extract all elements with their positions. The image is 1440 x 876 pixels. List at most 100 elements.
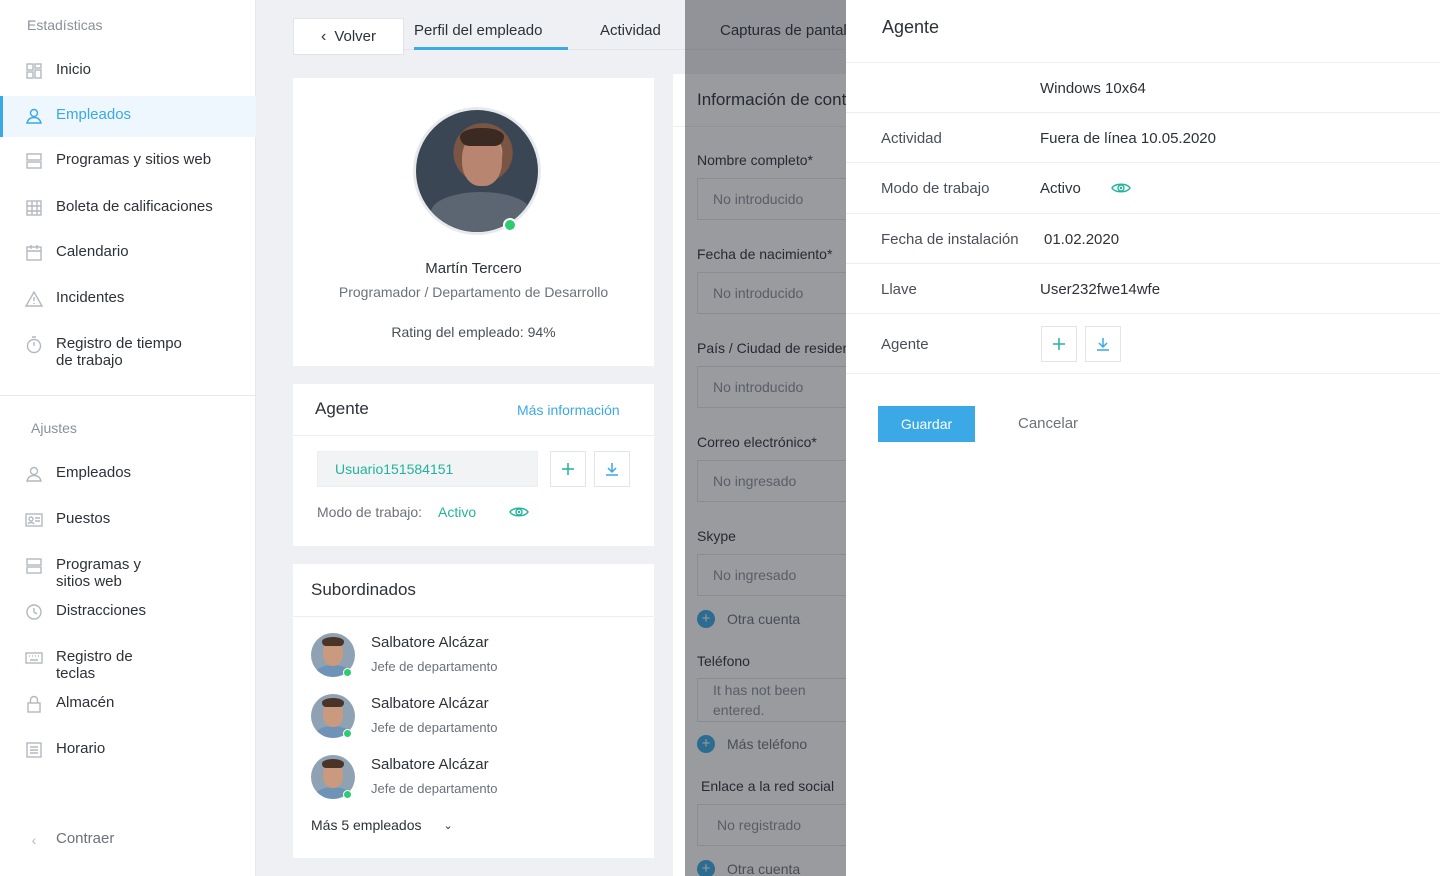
- subordinate-name[interactable]: Salbatore Alcázar: [371, 695, 489, 712]
- work-mode-label: Modo de trabajo:: [317, 504, 423, 520]
- cancel-button[interactable]: Cancelar: [1018, 415, 1078, 432]
- download-agent-button[interactable]: [1085, 326, 1121, 362]
- chevron-left-icon: ‹: [31, 832, 37, 848]
- sidebar-item-teclas[interactable]: Registro de teclas: [0, 648, 256, 682]
- sidebar-item-label: Calendario: [56, 243, 129, 260]
- sidebar-item-label: Programas y sitios web: [56, 556, 141, 590]
- work-mode-label: Modo de trabajo: [881, 180, 990, 197]
- agent-username-field[interactable]: Usuario151584151: [317, 451, 538, 487]
- sidebar-item-empleados[interactable]: Empleados: [0, 96, 256, 137]
- server-icon: [24, 556, 44, 576]
- collapse-button[interactable]: ‹ Contraer: [0, 830, 256, 850]
- key-label: Llave: [881, 281, 917, 298]
- add-agent-button[interactable]: [1041, 326, 1077, 362]
- panel-title: Agente: [882, 17, 940, 37]
- stats-section-title: Estadísticas: [27, 17, 103, 33]
- download-icon: [606, 463, 618, 476]
- agent-card-title: Agente: [315, 399, 369, 418]
- sidebar-item-ajustes-empleados[interactable]: Empleados: [0, 464, 256, 484]
- sidebar-item-label: Incidentes: [56, 289, 125, 306]
- sidebar-item-label: Registro de tiempo de trabajo: [56, 335, 182, 369]
- sidebar-item-ajustes-programas[interactable]: Programas y sitios web: [0, 556, 256, 590]
- key-value: User232fwe14wfe: [1040, 281, 1161, 298]
- tab-perfil[interactable]: Perfil del empleado: [414, 22, 568, 50]
- user-icon: [24, 464, 44, 484]
- sidebar: Estadísticas Inicio Empleados Programas …: [0, 0, 256, 876]
- label-line-2: de trabajo: [56, 352, 123, 369]
- settings-section-title: Ajustes: [31, 420, 77, 436]
- sidebar-item-distracciones[interactable]: Distracciones: [0, 602, 256, 622]
- subordinate-name[interactable]: Salbatore Alcázar: [371, 756, 489, 773]
- panel-divider: [846, 62, 1440, 63]
- list-icon: [24, 740, 44, 760]
- sidebar-item-label: Boleta de calificaciones: [56, 198, 213, 215]
- sidebar-item-label: Distracciones: [56, 602, 147, 619]
- subordinate-role: Jefe de departamento: [371, 720, 498, 735]
- employee-rating: Rating del empleado: 94%: [391, 324, 556, 340]
- keyboard-icon: [24, 648, 44, 668]
- work-mode-value: Activo: [1040, 180, 1081, 197]
- online-status-dot: [343, 729, 352, 738]
- panel-divider: [846, 313, 1440, 314]
- back-button[interactable]: ‹ Volver: [293, 18, 404, 55]
- timer-icon: [24, 602, 44, 622]
- user-icon: [24, 106, 44, 126]
- download-icon: [1097, 338, 1109, 351]
- avatar: [413, 107, 541, 235]
- calendar-icon: [24, 243, 44, 263]
- sidebar-item-programas[interactable]: Programas y sitios web: [0, 151, 256, 171]
- agent-card-divider: [293, 435, 654, 436]
- sidebar-item-horario[interactable]: Horario: [0, 740, 256, 760]
- employee-role: Programador / Departamento de Desarrollo: [338, 284, 609, 300]
- chevron-left-icon: ‹: [320, 27, 327, 45]
- sidebar-item-registro-tiempo[interactable]: Registro de tiempo de trabajo: [0, 335, 256, 369]
- label-line-1: Registro de tiempo: [56, 335, 182, 352]
- subordinate-name[interactable]: Salbatore Alcázar: [371, 634, 489, 651]
- online-status-dot: [503, 218, 517, 232]
- sidebar-item-label: Horario: [56, 740, 106, 757]
- save-button[interactable]: Guardar: [878, 406, 975, 442]
- panel-divider: [846, 162, 1440, 163]
- sidebar-divider: [0, 395, 256, 396]
- online-status-dot: [343, 790, 352, 799]
- more-employees-label: Más 5 empleados: [311, 817, 422, 833]
- install-date-label: Fecha de instalación: [881, 231, 1019, 248]
- sidebar-item-label: Almacén: [56, 694, 115, 711]
- lock-icon: [24, 694, 44, 714]
- online-status-dot: [343, 668, 352, 677]
- sidebar-item-label: Empleados: [56, 464, 132, 481]
- sidebar-item-label: Puestos: [56, 510, 111, 527]
- server-icon: [24, 151, 44, 171]
- eye-icon[interactable]: [1111, 179, 1131, 197]
- sidebar-item-incidentes[interactable]: Incidentes: [0, 289, 256, 309]
- modal-backdrop[interactable]: [685, 0, 846, 876]
- sidebar-item-inicio[interactable]: Inicio: [0, 61, 256, 81]
- more-employees-toggle[interactable]: Más 5 empleados ⌄: [311, 817, 453, 833]
- panel-divider: [846, 213, 1440, 214]
- sidebar-item-calendario[interactable]: Calendario: [0, 243, 256, 263]
- panel-divider: [846, 112, 1440, 113]
- sidebar-item-boleta[interactable]: Boleta de calificaciones: [0, 198, 256, 218]
- label-line-2: teclas: [56, 665, 96, 682]
- agent-label: Agente: [881, 336, 929, 353]
- subordinates-divider: [293, 616, 654, 617]
- grid-icon: [24, 198, 44, 218]
- os-value: Windows 10x64: [1040, 80, 1146, 97]
- add-agent-button[interactable]: [550, 451, 586, 487]
- subordinate-role: Jefe de departamento: [371, 781, 498, 796]
- more-info-link[interactable]: Más información: [517, 402, 620, 418]
- panel-divider: [846, 263, 1440, 264]
- sidebar-item-almacen[interactable]: Almacén: [0, 694, 256, 714]
- activity-value: Fuera de línea 10.05.2020: [1040, 130, 1216, 147]
- install-date-value: 01.02.2020: [1044, 231, 1120, 248]
- label-line-1: Programas y: [56, 556, 142, 573]
- subordinates-title: Subordinados: [311, 580, 416, 599]
- employee-name: Martín Tercero: [425, 260, 522, 277]
- subordinate-role: Jefe de departamento: [371, 659, 498, 674]
- sidebar-item-label: Registro de teclas: [56, 648, 133, 682]
- eye-icon[interactable]: [509, 503, 529, 521]
- activity-label: Actividad: [881, 130, 942, 147]
- sidebar-item-puestos[interactable]: Puestos: [0, 510, 256, 530]
- download-agent-button[interactable]: [594, 451, 630, 487]
- tab-actividad[interactable]: Actividad: [600, 22, 661, 39]
